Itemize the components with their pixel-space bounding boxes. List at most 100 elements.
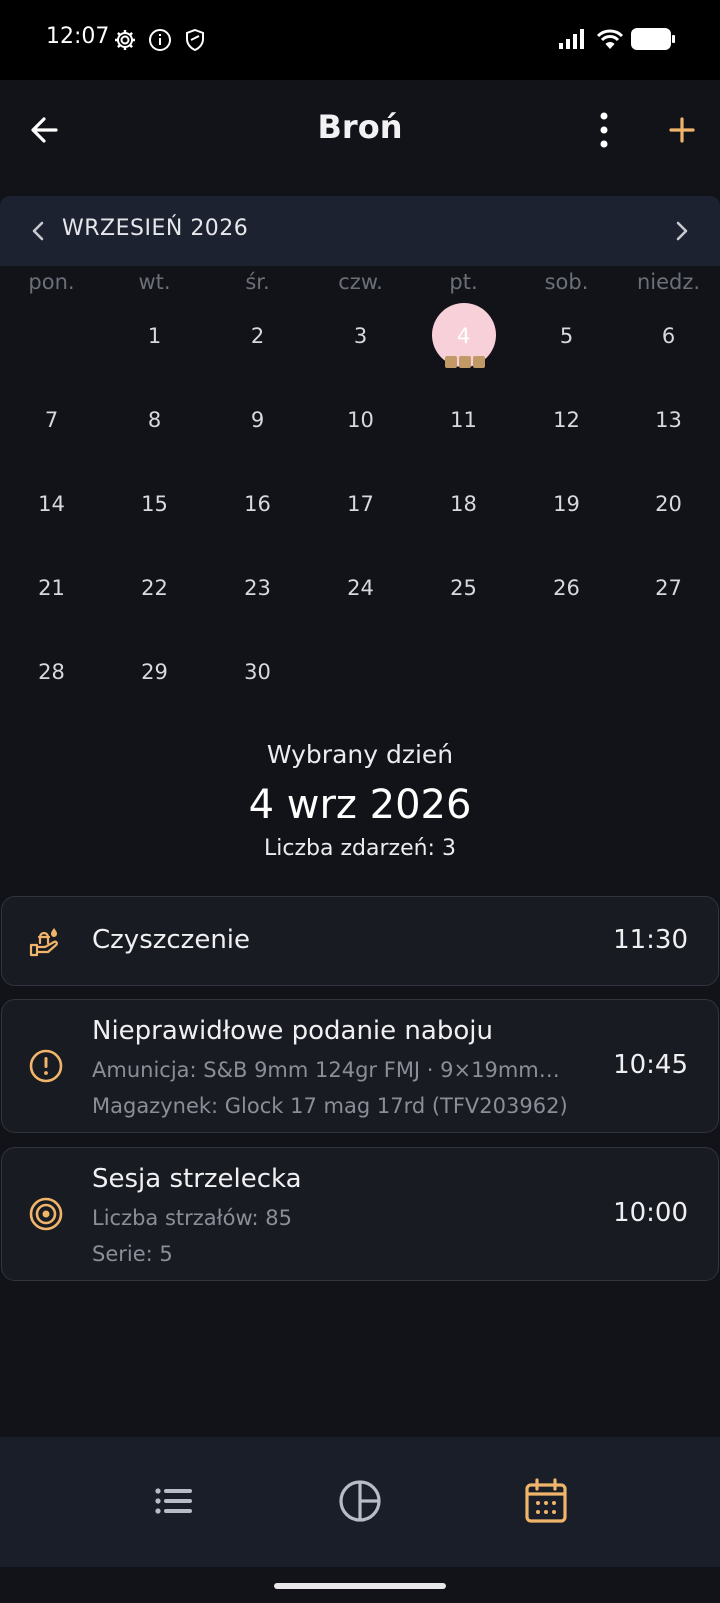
event-card[interactable]: Nieprawidłowe podanie naboju Amunicja: S… <box>1 999 719 1133</box>
calendar-day[interactable]: 19 <box>515 468 618 552</box>
app-bar: Broń <box>0 80 720 192</box>
day-number: 17 <box>347 492 374 516</box>
day-number: 12 <box>553 408 580 432</box>
calendar-day[interactable]: 21 <box>0 552 103 636</box>
calendar-day[interactable]: 25 <box>412 552 515 636</box>
target-icon <box>29 1197 63 1231</box>
event-detail: Liczba strzałów: 85 <box>92 1206 292 1230</box>
day-number: 5 <box>559 324 574 348</box>
calendar-day[interactable]: 27 <box>617 552 720 636</box>
day-number: 21 <box>38 576 65 600</box>
add-icon[interactable] <box>662 108 702 152</box>
event-marker <box>445 356 457 368</box>
day-number: 14 <box>38 492 65 516</box>
calendar-day[interactable]: 18 <box>412 468 515 552</box>
calendar-day[interactable]: 23 <box>206 552 309 636</box>
calendar-icon[interactable] <box>522 1477 570 1525</box>
calendar-day[interactable]: 29 <box>103 636 206 720</box>
status-bar: 12:07 <box>0 0 720 80</box>
calendar-day[interactable]: 13 <box>617 384 720 468</box>
info-icon <box>149 29 171 51</box>
event-time: 10:00 <box>613 1198 688 1228</box>
event-marker <box>459 356 471 368</box>
calendar-day-selected[interactable]: 4 <box>412 300 515 384</box>
day-number: 20 <box>655 492 682 516</box>
day-number: 22 <box>141 576 168 600</box>
event-time: 11:30 <box>613 925 688 955</box>
day-number: 28 <box>38 660 65 684</box>
calendar-day[interactable]: 11 <box>412 384 515 468</box>
day-number: 7 <box>44 408 59 432</box>
calendar-day[interactable]: 17 <box>309 468 412 552</box>
calendar-day[interactable]: 20 <box>617 468 720 552</box>
signal-icon <box>559 29 584 49</box>
home-indicator <box>274 1583 446 1589</box>
calendar-day[interactable]: 28 <box>0 636 103 720</box>
day-number: 29 <box>141 660 168 684</box>
day-number: 16 <box>244 492 271 516</box>
day-number: 23 <box>244 576 271 600</box>
calendar-day[interactable]: 9 <box>206 384 309 468</box>
month-label: WRZESIEŃ 2026 <box>62 216 249 241</box>
day-number: 18 <box>450 492 477 516</box>
calendar-day[interactable]: 26 <box>515 552 618 636</box>
shield-icon <box>186 28 204 52</box>
event-title: Nieprawidłowe podanie naboju <box>92 1016 493 1046</box>
more-vert-icon[interactable] <box>590 108 618 152</box>
event-detail: Amunicja: S&B 9mm 124gr FMJ · 9×19mm… <box>92 1058 560 1082</box>
day-number: 9 <box>250 408 265 432</box>
weekday-label: śr. <box>245 270 270 294</box>
calendar-day[interactable]: 3 <box>309 300 412 384</box>
calendar-day[interactable]: 22 <box>103 552 206 636</box>
event-markers <box>445 356 485 368</box>
day-number: 3 <box>353 324 368 348</box>
selected-day-label: Wybrany dzień <box>266 740 454 769</box>
day-number: 25 <box>450 576 477 600</box>
day-number: 19 <box>553 492 580 516</box>
weekday-label: pt. <box>449 270 478 294</box>
cleaning-hand-icon <box>29 928 58 957</box>
day-number: 8 <box>147 408 162 432</box>
day-number: 26 <box>553 576 580 600</box>
day-number: 11 <box>450 408 477 432</box>
calendar-day[interactable]: 24 <box>309 552 412 636</box>
event-detail: Magazynek: Glock 17 mag 17rd (TFV203962) <box>92 1094 568 1118</box>
weekday-header: pon. wt. śr. czw. pt. sob. niedz. <box>0 270 720 300</box>
day-number: 6 <box>661 324 676 348</box>
calendar-day[interactable]: 5 <box>515 300 618 384</box>
calendar-day[interactable]: 15 <box>103 468 206 552</box>
chevron-right-icon[interactable] <box>670 216 694 246</box>
chevron-left-icon[interactable] <box>26 216 50 246</box>
weekday-label: pon. <box>28 270 75 294</box>
event-card[interactable]: Sesja strzelecka Liczba strzałów: 85 Ser… <box>1 1147 719 1281</box>
event-marker <box>473 356 485 368</box>
alert-circle-icon <box>29 1049 63 1083</box>
battery-icon <box>631 28 675 50</box>
day-number: 4 <box>456 324 471 348</box>
event-detail: Serie: 5 <box>92 1242 173 1266</box>
calendar-grid: 1 2 3 4 5 6 7 8 9 10 11 12 13 14 15 16 1… <box>0 300 720 720</box>
day-number: 2 <box>250 324 265 348</box>
weekday-label: czw. <box>338 270 383 294</box>
day-number: 1 <box>147 324 162 348</box>
calendar-day[interactable]: 14 <box>0 468 103 552</box>
stats-icon[interactable] <box>336 1477 384 1525</box>
list-icon[interactable] <box>150 1477 198 1525</box>
calendar-day[interactable]: 30 <box>206 636 309 720</box>
day-number: 30 <box>244 660 271 684</box>
selected-day-event-count: Liczba zdarzeń: 3 <box>264 836 456 861</box>
calendar-day[interactable]: 7 <box>0 384 103 468</box>
event-card[interactable]: Czyszczenie 11:30 <box>1 896 719 986</box>
day-number: 10 <box>347 408 374 432</box>
day-number: 13 <box>655 408 682 432</box>
calendar-day[interactable]: 12 <box>515 384 618 468</box>
calendar-day[interactable]: 10 <box>309 384 412 468</box>
calendar-day[interactable]: 8 <box>103 384 206 468</box>
event-time: 10:45 <box>613 1050 688 1080</box>
status-time: 12:07 <box>46 24 110 49</box>
calendar-day[interactable]: 2 <box>206 300 309 384</box>
calendar-day[interactable]: 16 <box>206 468 309 552</box>
calendar-day[interactable]: 6 <box>617 300 720 384</box>
calendar-day[interactable]: 1 <box>103 300 206 384</box>
weekday-label: wt. <box>138 270 171 294</box>
